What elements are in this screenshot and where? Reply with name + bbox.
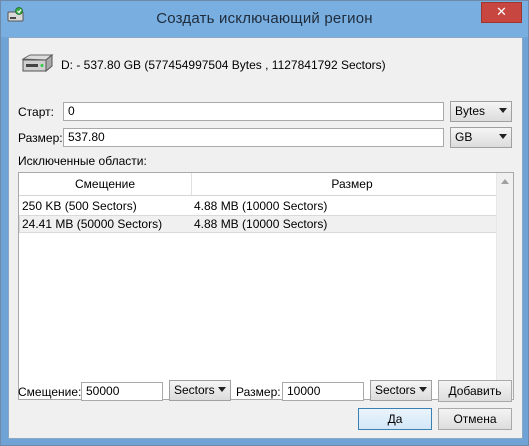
offset-input[interactable]: 50000 <box>81 382 163 401</box>
scroll-up-icon[interactable] <box>501 179 509 184</box>
offset-label: Смещение: <box>18 385 82 399</box>
list-header: Смещение Размер <box>19 173 497 196</box>
disk-info: D: - 537.80 GB (577454997504 Bytes , 112… <box>61 58 386 72</box>
add-button[interactable]: Добавить <box>438 380 512 402</box>
chevron-down-icon <box>499 108 507 113</box>
start-label: Старт: <box>18 105 54 119</box>
start-input[interactable]: 0 <box>63 102 444 121</box>
title-bar: Создать исключающий регион ✕ <box>1 1 528 37</box>
excluded-regions-label: Исключенные области: <box>18 154 147 168</box>
offset-unit-select[interactable]: Sectors <box>169 380 231 401</box>
start-unit-value: Bytes <box>455 104 486 118</box>
window-title: Создать исключающий регион <box>156 10 373 27</box>
column-header-size[interactable]: Размер <box>192 173 512 195</box>
region-size-input[interactable]: 10000 <box>282 382 364 401</box>
column-header-offset[interactable]: Смещение <box>19 173 191 195</box>
row-offset: 24.41 MB (50000 Sectors) <box>22 217 163 231</box>
start-unit-select[interactable]: Bytes <box>450 101 512 122</box>
vertical-scrollbar[interactable] <box>496 173 513 397</box>
excluded-regions-list[interactable]: Смещение Размер 250 KB (500 Sectors) 4.8… <box>18 172 514 400</box>
chevron-down-icon <box>218 387 226 392</box>
dialog-body: D: - 537.80 GB (577454997504 Bytes , 112… <box>8 37 523 439</box>
size-unit-value: GB <box>455 130 473 144</box>
chevron-down-icon <box>499 134 507 139</box>
size-label: Размер: <box>18 131 63 145</box>
size-input[interactable]: 537.80 <box>63 128 444 147</box>
offset-unit-value: Sectors <box>174 383 215 397</box>
hard-drive-icon <box>21 53 54 73</box>
close-button[interactable]: ✕ <box>481 2 522 23</box>
table-row[interactable]: 24.41 MB (50000 Sectors) 4.88 MB (10000 … <box>19 215 497 233</box>
size-unit-select[interactable]: GB <box>450 127 512 148</box>
row-size: 4.88 MB (10000 Sectors) <box>194 217 328 231</box>
close-icon: ✕ <box>496 4 507 19</box>
region-size-unit-select[interactable]: Sectors <box>370 380 432 401</box>
dialog-window: Создать исключающий регион ✕ D: - 537.80… <box>0 0 529 446</box>
region-size-label: Размер: <box>236 385 281 399</box>
region-size-unit-value: Sectors <box>375 383 416 397</box>
ok-button[interactable]: Да <box>358 408 432 430</box>
table-row[interactable]: 250 KB (500 Sectors) 4.88 MB (10000 Sect… <box>19 197 497 215</box>
cancel-button[interactable]: Отмена <box>438 408 512 430</box>
row-size: 4.88 MB (10000 Sectors) <box>194 199 328 213</box>
row-offset: 250 KB (500 Sectors) <box>22 199 137 213</box>
chevron-down-icon <box>419 387 427 392</box>
